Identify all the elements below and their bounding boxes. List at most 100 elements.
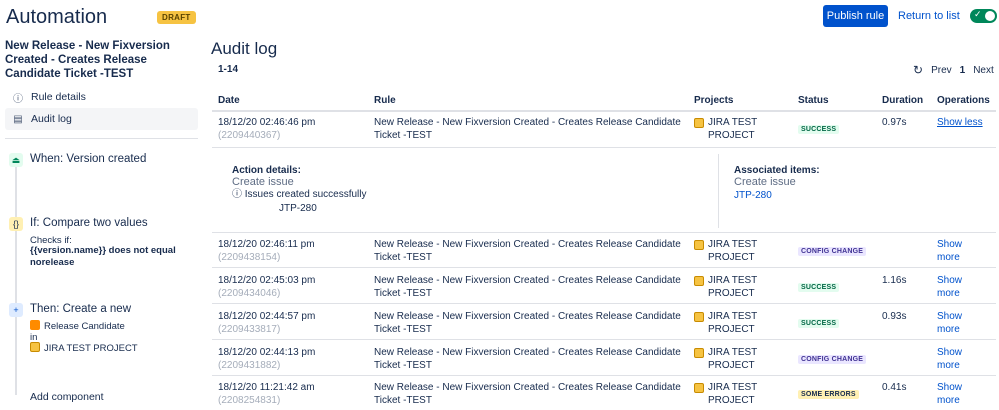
row-rule: New Release - New Fixversion Created - C… <box>374 347 681 358</box>
show-less-link[interactable]: Show less <box>937 116 983 129</box>
row-duration: 0.41s <box>882 382 907 393</box>
row-id: (2209431882) <box>218 360 281 371</box>
app-title: Automation <box>6 6 108 28</box>
condition-icon: {} <box>9 217 23 231</box>
row-project: JIRA TEST PROJECT <box>694 346 757 372</box>
row-id: (2209440367) <box>218 130 281 141</box>
status-badge: SUCCESS <box>798 283 840 292</box>
sidebar-item-rule-details[interactable]: ⓘ Rule details <box>5 86 198 108</box>
status-badge: CONFIG CHANGE <box>798 247 867 256</box>
status-badge: SOME ERRORS <box>798 390 859 399</box>
row-divider <box>212 375 996 376</box>
issue-type-icon <box>30 320 40 330</box>
row-divider <box>212 232 996 233</box>
column-header-duration[interactable]: Duration <box>882 95 923 106</box>
row-rule-cont: Ticket -TEST <box>374 130 432 141</box>
action-issue-key: JTP-280 <box>279 203 317 214</box>
page-title: Audit log <box>211 39 278 58</box>
row-rule: New Release - New Fixversion Created - C… <box>374 275 681 286</box>
row-duration: 0.93s <box>882 311 907 322</box>
draft-badge: DRAFT <box>157 11 196 24</box>
column-header-rule[interactable]: Rule <box>374 95 396 106</box>
result-range: 1-14 <box>218 64 239 75</box>
details-divider <box>718 154 719 228</box>
document-icon: ▤ <box>13 113 23 125</box>
pagination: ↻ Prev 1 Next <box>913 63 994 77</box>
row-duration: 1.16s <box>882 275 907 286</box>
add-component-button[interactable]: Add component <box>30 391 104 403</box>
row-project: JIRA TEST PROJECT <box>694 274 757 300</box>
column-header-operations: Operations <box>937 95 990 106</box>
trigger-step[interactable]: When: Version created <box>30 153 146 165</box>
sidebar-item-label: Audit log <box>31 113 72 125</box>
row-project: JIRA TEST PROJECT <box>694 238 757 264</box>
project-icon <box>30 342 40 352</box>
show-more-link[interactable]: Show more <box>937 346 962 372</box>
row-date: 18/12/20 11:21:42 am <box>218 382 315 393</box>
show-more-link[interactable]: Show more <box>937 274 962 300</box>
project-icon <box>694 348 704 358</box>
row-divider <box>212 267 996 268</box>
flow-connector <box>15 165 17 395</box>
return-to-list-link[interactable]: Return to list <box>898 10 960 22</box>
project-icon <box>694 383 704 393</box>
row-rule: New Release - New Fixversion Created - C… <box>374 382 681 393</box>
info-icon: ⓘ <box>13 93 23 105</box>
next-page-button[interactable]: Next <box>973 65 994 76</box>
row-divider <box>212 339 996 340</box>
row-id: (2209433817) <box>218 324 281 335</box>
action-step[interactable]: Then: Create a new <box>30 303 131 315</box>
row-date: 18/12/20 02:46:46 pm <box>218 117 316 128</box>
show-more-link[interactable]: Show more <box>937 381 962 407</box>
current-page: 1 <box>959 64 966 76</box>
status-badge: CONFIG CHANGE <box>798 355 867 364</box>
trigger-icon: ⏏ <box>9 153 23 167</box>
column-header-status[interactable]: Status <box>798 95 829 106</box>
rule-name: New Release - New Fixversion Created - C… <box>5 40 170 80</box>
row-date: 18/12/20 02:46:11 pm <box>218 239 315 250</box>
publish-rule-button[interactable]: Publish rule <box>823 5 888 27</box>
sidebar-divider <box>5 138 198 139</box>
row-rule-cont: Ticket -TEST <box>374 395 432 406</box>
show-more-link[interactable]: Show more <box>937 238 962 264</box>
sidebar-item-audit-log[interactable]: ▤ Audit log <box>5 108 198 130</box>
row-date: 18/12/20 02:44:57 pm <box>218 311 316 322</box>
row-rule: New Release - New Fixversion Created - C… <box>374 239 681 250</box>
column-header-projects[interactable]: Projects <box>694 95 733 106</box>
project-icon <box>694 118 704 128</box>
action-project: JIRA TEST PROJECT <box>30 342 138 354</box>
associated-items-value: Create issue <box>734 176 796 188</box>
action-icon: + <box>9 303 23 317</box>
column-header-date[interactable]: Date <box>218 95 240 106</box>
row-rule-cont: Ticket -TEST <box>374 360 432 371</box>
info-icon: ⓘ <box>232 189 242 200</box>
show-more-link[interactable]: Show more <box>937 310 962 336</box>
row-rule-cont: Ticket -TEST <box>374 252 432 263</box>
project-icon <box>694 240 704 250</box>
row-divider <box>212 303 996 304</box>
row-rule: New Release - New Fixversion Created - C… <box>374 311 681 322</box>
sidebar-item-label: Rule details <box>31 91 86 103</box>
row-rule: New Release - New Fixversion Created - C… <box>374 117 681 128</box>
header-divider <box>212 110 996 112</box>
prev-page-button[interactable]: Prev <box>931 65 952 76</box>
row-project: JIRA TEST PROJECT <box>694 116 757 142</box>
check-icon: ✓ <box>974 9 982 19</box>
row-date: 18/12/20 02:45:03 pm <box>218 275 316 286</box>
row-project: JIRA TEST PROJECT <box>694 310 757 336</box>
project-icon <box>694 312 704 322</box>
row-date: 18/12/20 02:44:13 pm <box>218 347 316 358</box>
row-id: (2209434046) <box>218 288 281 299</box>
rule-enabled-toggle[interactable]: ✓ <box>970 9 997 23</box>
associated-issue-link[interactable]: JTP-280 <box>734 189 772 202</box>
condition-expression: {{version.name}} does not equal noreleas… <box>30 245 176 268</box>
refresh-icon[interactable]: ↻ <box>913 63 923 77</box>
project-icon <box>694 276 704 286</box>
condition-step[interactable]: If: Compare two values <box>30 217 148 229</box>
status-badge: SUCCESS <box>798 125 840 134</box>
row-rule-cont: Ticket -TEST <box>374 288 432 299</box>
row-rule-cont: Ticket -TEST <box>374 324 432 335</box>
row-project: JIRA TEST PROJECT <box>694 381 757 407</box>
row-id: (2209438154) <box>218 252 281 263</box>
action-message: ⓘ Issues created successfully <box>232 189 367 200</box>
